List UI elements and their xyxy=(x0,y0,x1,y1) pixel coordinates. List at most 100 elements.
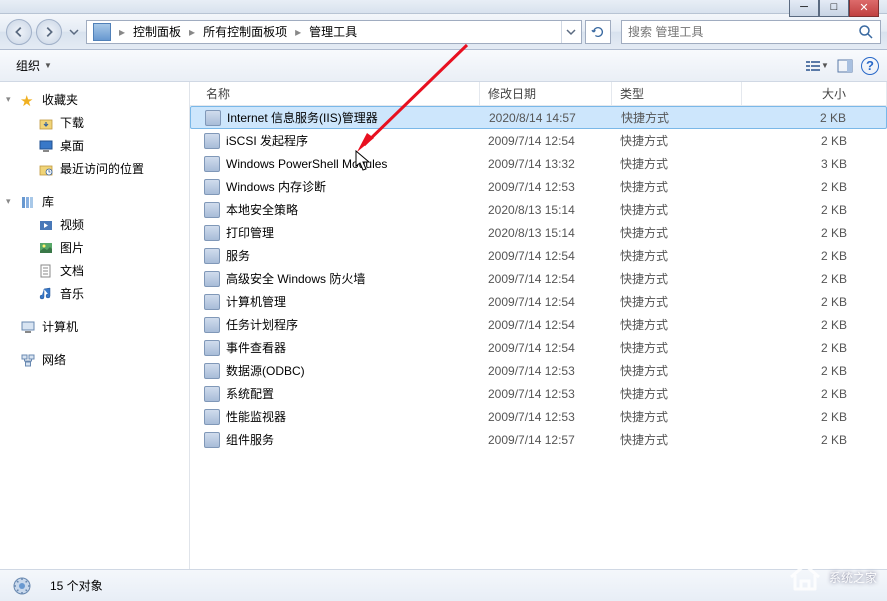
file-date: 2020/8/13 15:14 xyxy=(480,226,612,240)
shortcut-icon xyxy=(204,248,220,264)
music-icon xyxy=(38,286,54,302)
column-headers: 名称 修改日期 类型 大小 xyxy=(190,82,887,106)
file-row[interactable]: 计算机管理2009/7/14 12:54快捷方式2 KB xyxy=(190,290,887,313)
minimize-button[interactable]: ─ xyxy=(789,0,819,17)
video-icon xyxy=(38,217,54,233)
back-button[interactable] xyxy=(6,19,32,45)
admin-tools-icon xyxy=(12,574,40,598)
control-panel-icon xyxy=(93,23,111,41)
file-row[interactable]: 本地安全策略2020/8/13 15:14快捷方式2 KB xyxy=(190,198,887,221)
shortcut-icon xyxy=(204,202,220,218)
help-button[interactable]: ? xyxy=(861,57,879,75)
file-row[interactable]: 任务计划程序2009/7/14 12:54快捷方式2 KB xyxy=(190,313,887,336)
file-size: 2 KB xyxy=(742,203,887,217)
status-bar: 15 个对象 xyxy=(0,569,887,601)
search-box[interactable] xyxy=(621,20,881,44)
file-size: 3 KB xyxy=(742,157,887,171)
sidebar-item-label: 文档 xyxy=(60,262,84,279)
breadcrumb-item[interactable]: 管理工具 xyxy=(305,21,361,43)
file-row[interactable]: 性能监视器2009/7/14 12:53快捷方式2 KB xyxy=(190,405,887,428)
sidebar-item-recent[interactable]: 最近访问的位置 xyxy=(0,157,189,180)
file-row[interactable]: 系统配置2009/7/14 12:53快捷方式2 KB xyxy=(190,382,887,405)
file-name: 计算机管理 xyxy=(226,293,286,310)
sidebar-item-documents[interactable]: 文档 xyxy=(0,259,189,282)
column-header-type[interactable]: 类型 xyxy=(612,82,742,105)
file-size: 2 KB xyxy=(742,364,887,378)
refresh-icon xyxy=(591,25,605,39)
file-row[interactable]: iSCSI 发起程序2009/7/14 12:54快捷方式2 KB xyxy=(190,129,887,152)
sidebar-item-videos[interactable]: 视频 xyxy=(0,213,189,236)
view-button[interactable]: ▼ xyxy=(805,54,829,78)
computer-header[interactable]: 计算机 xyxy=(0,315,189,338)
network-header[interactable]: 网络 xyxy=(0,348,189,371)
sidebar-item-desktop[interactable]: 桌面 xyxy=(0,134,189,157)
search-input[interactable] xyxy=(628,25,858,39)
file-date: 2009/7/14 12:53 xyxy=(480,410,612,424)
sidebar-item-downloads[interactable]: 下载 xyxy=(0,111,189,134)
crumb-sep-icon: ▸ xyxy=(115,25,129,39)
file-type: 快捷方式 xyxy=(612,316,742,333)
file-row[interactable]: Windows PowerShell Modules2009/7/14 13:3… xyxy=(190,152,887,175)
maximize-button[interactable]: □ xyxy=(819,0,849,17)
breadcrumb-item[interactable]: 所有控制面板项 xyxy=(199,21,291,43)
breadcrumb-item[interactable]: 控制面板 xyxy=(129,21,185,43)
shortcut-icon xyxy=(204,133,220,149)
file-date: 2020/8/13 15:14 xyxy=(480,203,612,217)
file-size: 2 KB xyxy=(742,341,887,355)
sidebar-item-pictures[interactable]: 图片 xyxy=(0,236,189,259)
file-row[interactable]: 组件服务2009/7/14 12:57快捷方式2 KB xyxy=(190,428,887,451)
shortcut-icon xyxy=(204,432,220,448)
file-size: 2 KB xyxy=(742,433,887,447)
file-list-pane: 名称 修改日期 类型 大小 Internet 信息服务(IIS)管理器2020/… xyxy=(190,82,887,569)
file-name: 高级安全 Windows 防火墙 xyxy=(226,270,365,287)
file-row[interactable]: Internet 信息服务(IIS)管理器2020/8/14 14:57快捷方式… xyxy=(190,106,887,129)
libraries-header[interactable]: ▾ 库 xyxy=(0,190,189,213)
favorites-header[interactable]: ▾ ★ 收藏夹 xyxy=(0,88,189,111)
computer-label: 计算机 xyxy=(42,318,78,335)
refresh-button[interactable] xyxy=(585,20,611,44)
shortcut-icon xyxy=(204,363,220,379)
file-size: 2 KB xyxy=(742,272,887,286)
title-bar xyxy=(0,0,887,14)
libraries-label: 库 xyxy=(42,193,54,210)
address-bar[interactable]: ▸ 控制面板 ▸ 所有控制面板项 ▸ 管理工具 xyxy=(86,20,582,44)
preview-icon xyxy=(837,59,853,73)
downloads-icon xyxy=(38,115,54,131)
file-date: 2009/7/14 13:32 xyxy=(480,157,612,171)
file-size: 2 KB xyxy=(742,134,887,148)
file-name: 本地安全策略 xyxy=(226,201,298,218)
history-dropdown[interactable] xyxy=(66,20,82,44)
file-name: 系统配置 xyxy=(226,385,274,402)
sidebar-item-music[interactable]: 音乐 xyxy=(0,282,189,305)
preview-pane-button[interactable] xyxy=(833,54,857,78)
computer-icon xyxy=(20,319,36,335)
file-size: 2 KB xyxy=(742,295,887,309)
address-dropdown[interactable] xyxy=(561,21,579,43)
organize-button[interactable]: 组织 ▼ xyxy=(8,53,60,78)
chevron-down-icon: ▾ xyxy=(6,94,11,105)
file-date: 2009/7/14 12:54 xyxy=(480,341,612,355)
file-row[interactable]: 高级安全 Windows 防火墙2009/7/14 12:54快捷方式2 KB xyxy=(190,267,887,290)
view-icon xyxy=(805,59,821,73)
file-name: 性能监视器 xyxy=(226,408,286,425)
file-date: 2009/7/14 12:53 xyxy=(480,387,612,401)
close-button[interactable]: ✕ xyxy=(849,0,879,17)
column-header-size[interactable]: 大小 xyxy=(742,82,887,105)
forward-button[interactable] xyxy=(36,19,62,45)
file-row[interactable]: 打印管理2020/8/13 15:14快捷方式2 KB xyxy=(190,221,887,244)
shortcut-icon xyxy=(204,179,220,195)
file-row[interactable]: Windows 内存诊断2009/7/14 12:53快捷方式2 KB xyxy=(190,175,887,198)
file-row[interactable]: 服务2009/7/14 12:54快捷方式2 KB xyxy=(190,244,887,267)
shortcut-icon xyxy=(204,156,220,172)
column-header-date[interactable]: 修改日期 xyxy=(480,82,612,105)
column-header-name[interactable]: 名称 xyxy=(190,82,480,105)
chevron-down-icon: ▼ xyxy=(821,61,829,70)
shortcut-icon xyxy=(204,271,220,287)
file-type: 快捷方式 xyxy=(612,155,742,172)
network-icon xyxy=(20,352,36,368)
libraries-icon xyxy=(20,194,36,210)
file-rows: Internet 信息服务(IIS)管理器2020/8/14 14:57快捷方式… xyxy=(190,106,887,569)
shortcut-icon xyxy=(204,225,220,241)
file-row[interactable]: 事件查看器2009/7/14 12:54快捷方式2 KB xyxy=(190,336,887,359)
file-row[interactable]: 数据源(ODBC)2009/7/14 12:53快捷方式2 KB xyxy=(190,359,887,382)
